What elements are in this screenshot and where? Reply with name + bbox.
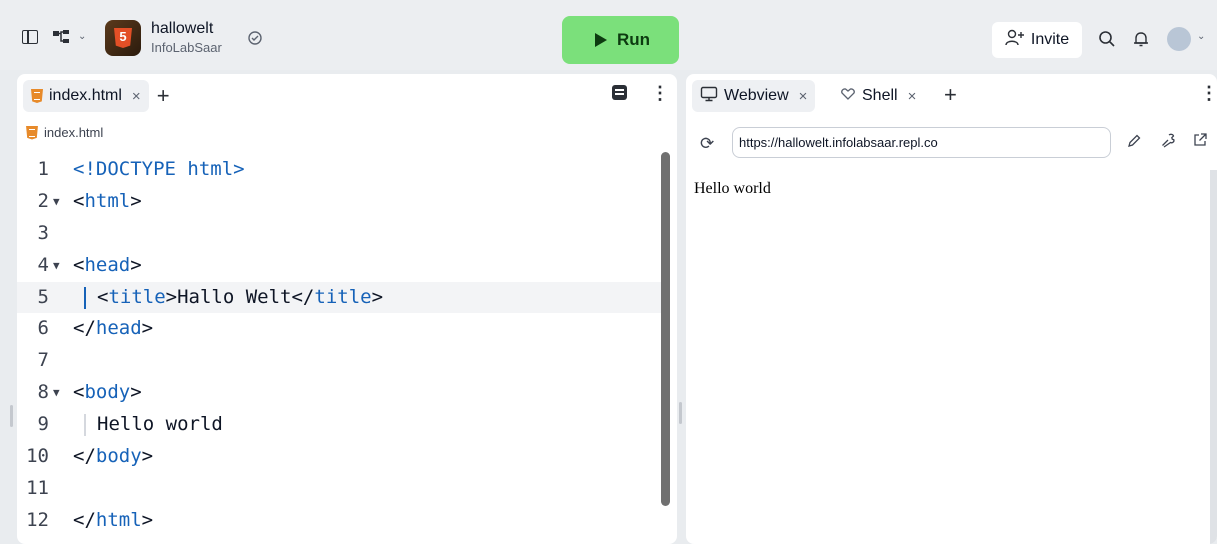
add-user-icon — [1005, 29, 1025, 52]
code-text: </html> — [73, 508, 154, 531]
more-vertical-icon[interactable]: ⋮ — [1200, 83, 1217, 104]
code-line[interactable]: 4 ▼ <head> — [17, 250, 662, 282]
line-number: 7 — [37, 349, 49, 372]
breadcrumb-file: index.html — [44, 125, 104, 140]
shell-icon — [840, 87, 856, 106]
line-number: 8 — [37, 381, 49, 404]
tab-webview[interactable]: Webview × — [692, 80, 816, 112]
editor-scrollbar[interactable] — [661, 152, 670, 506]
code-editor[interactable]: 1 <!DOCTYPE html> 2 ▼ <html> 3 4 ▼ <head> 5 <title… — [17, 154, 662, 537]
line-number: 5 — [37, 285, 49, 308]
editor-tab-bar: index.html × + — [17, 74, 677, 116]
line-number: 6 — [37, 317, 49, 340]
checkpoint-icon[interactable] — [247, 30, 263, 49]
bell-icon[interactable] — [1132, 30, 1150, 53]
avatar[interactable] — [1167, 27, 1191, 51]
run-button[interactable]: Run — [562, 16, 679, 64]
pane-divider-handle[interactable] — [679, 402, 682, 424]
preview-panel: Webview × Shell × + ⋮ ⟳ https://hallowel… — [686, 74, 1217, 544]
close-icon[interactable]: × — [132, 88, 141, 105]
html5-icon — [31, 89, 43, 103]
close-icon[interactable]: × — [799, 88, 808, 105]
html5-icon — [26, 125, 38, 140]
play-icon — [594, 33, 607, 47]
new-tab-icon[interactable]: + — [157, 83, 170, 109]
editor-panel: index.html × + ⋮ index.html 1 <!DOCTYPE h… — [17, 74, 677, 544]
url-text: https://hallowelt.infolabsaar.repl.co — [739, 135, 938, 150]
chevron-down-icon[interactable]: ⌄ — [1197, 31, 1205, 42]
fold-arrow-icon[interactable]: ▼ — [53, 186, 60, 218]
breadcrumb[interactable]: index.html — [26, 125, 103, 140]
project-logo[interactable]: 5 — [105, 20, 141, 56]
project-owner: InfoLabSaar — [151, 40, 222, 55]
line-number: 9 — [37, 413, 49, 436]
project-name[interactable]: hallowelt — [151, 20, 213, 38]
code-line[interactable]: 12 </html> — [17, 505, 662, 537]
line-number: 11 — [26, 476, 49, 499]
code-text: <head> — [73, 253, 142, 276]
code-text: <!DOCTYPE html> — [73, 158, 245, 180]
new-tab-icon[interactable]: + — [944, 82, 957, 108]
code-line[interactable]: 10 </body> — [17, 441, 662, 473]
sidebar-toggle-icon[interactable] — [22, 30, 38, 44]
fold-arrow-icon[interactable]: ▼ — [53, 377, 60, 409]
tab-label: Shell — [862, 87, 898, 104]
preview-scrollbar[interactable] — [1210, 170, 1217, 544]
line-number: 3 — [37, 221, 49, 244]
line-number: 10 — [26, 445, 49, 468]
tab-index-html[interactable]: index.html × — [23, 80, 149, 112]
chevron-down-icon[interactable]: ⌄ — [78, 31, 86, 42]
fold-arrow-icon[interactable]: ▼ — [53, 250, 60, 282]
line-number: 2 — [37, 189, 49, 212]
invite-label: Invite — [1030, 31, 1070, 48]
url-input[interactable]: https://hallowelt.infolabsaar.repl.co — [732, 127, 1111, 158]
code-text: <html> — [73, 189, 142, 212]
code-text: </body> — [73, 445, 154, 468]
code-text: Hello world — [97, 413, 223, 436]
code-line[interactable]: 11 — [17, 473, 662, 505]
code-line[interactable]: 6 </head> — [17, 313, 662, 345]
run-label: Run — [616, 30, 651, 49]
outline-icon[interactable] — [612, 85, 627, 100]
code-line[interactable]: 5 <title>Hallo Welt</title> — [17, 281, 662, 314]
tab-label: Webview — [724, 87, 789, 104]
search-icon[interactable] — [1098, 30, 1116, 53]
code-line[interactable]: 9 Hello world — [17, 409, 662, 441]
code-line[interactable]: 3 — [17, 218, 662, 250]
code-text: <title>Hallo Welt</title> — [97, 285, 384, 308]
more-vertical-icon[interactable]: ⋮ — [651, 83, 669, 104]
close-icon[interactable]: × — [908, 88, 917, 105]
line-number: 12 — [26, 508, 49, 531]
indent-guide — [84, 286, 86, 309]
tab-label: index.html — [49, 87, 122, 104]
pencil-icon[interactable] — [1126, 133, 1142, 154]
invite-button[interactable]: Invite — [992, 22, 1082, 58]
monitor-icon — [700, 86, 718, 107]
file-tree-icon[interactable] — [52, 29, 72, 50]
line-number: 1 — [37, 158, 49, 180]
line-number: 4 — [37, 253, 49, 276]
code-line[interactable]: 1 <!DOCTYPE html> — [17, 154, 662, 186]
external-link-icon[interactable] — [1192, 132, 1208, 152]
reload-icon[interactable]: ⟳ — [700, 134, 714, 154]
tab-shell[interactable]: Shell × — [832, 80, 924, 112]
code-text: <body> — [73, 381, 142, 404]
code-text: </head> — [73, 317, 154, 340]
replit-workspace: ⌄ 5 hallowelt InfoLabSaar Run Invite ⌄ i… — [0, 0, 1217, 544]
code-line[interactable]: 2 ▼ <html> — [17, 186, 662, 218]
code-line[interactable]: 7 — [17, 345, 662, 377]
wrench-icon[interactable] — [1160, 132, 1176, 153]
webview-content: Hello world — [694, 180, 771, 197]
resize-handle[interactable] — [10, 405, 13, 427]
indent-guide — [84, 414, 86, 437]
code-line[interactable]: 8 ▼ <body> — [17, 377, 662, 409]
